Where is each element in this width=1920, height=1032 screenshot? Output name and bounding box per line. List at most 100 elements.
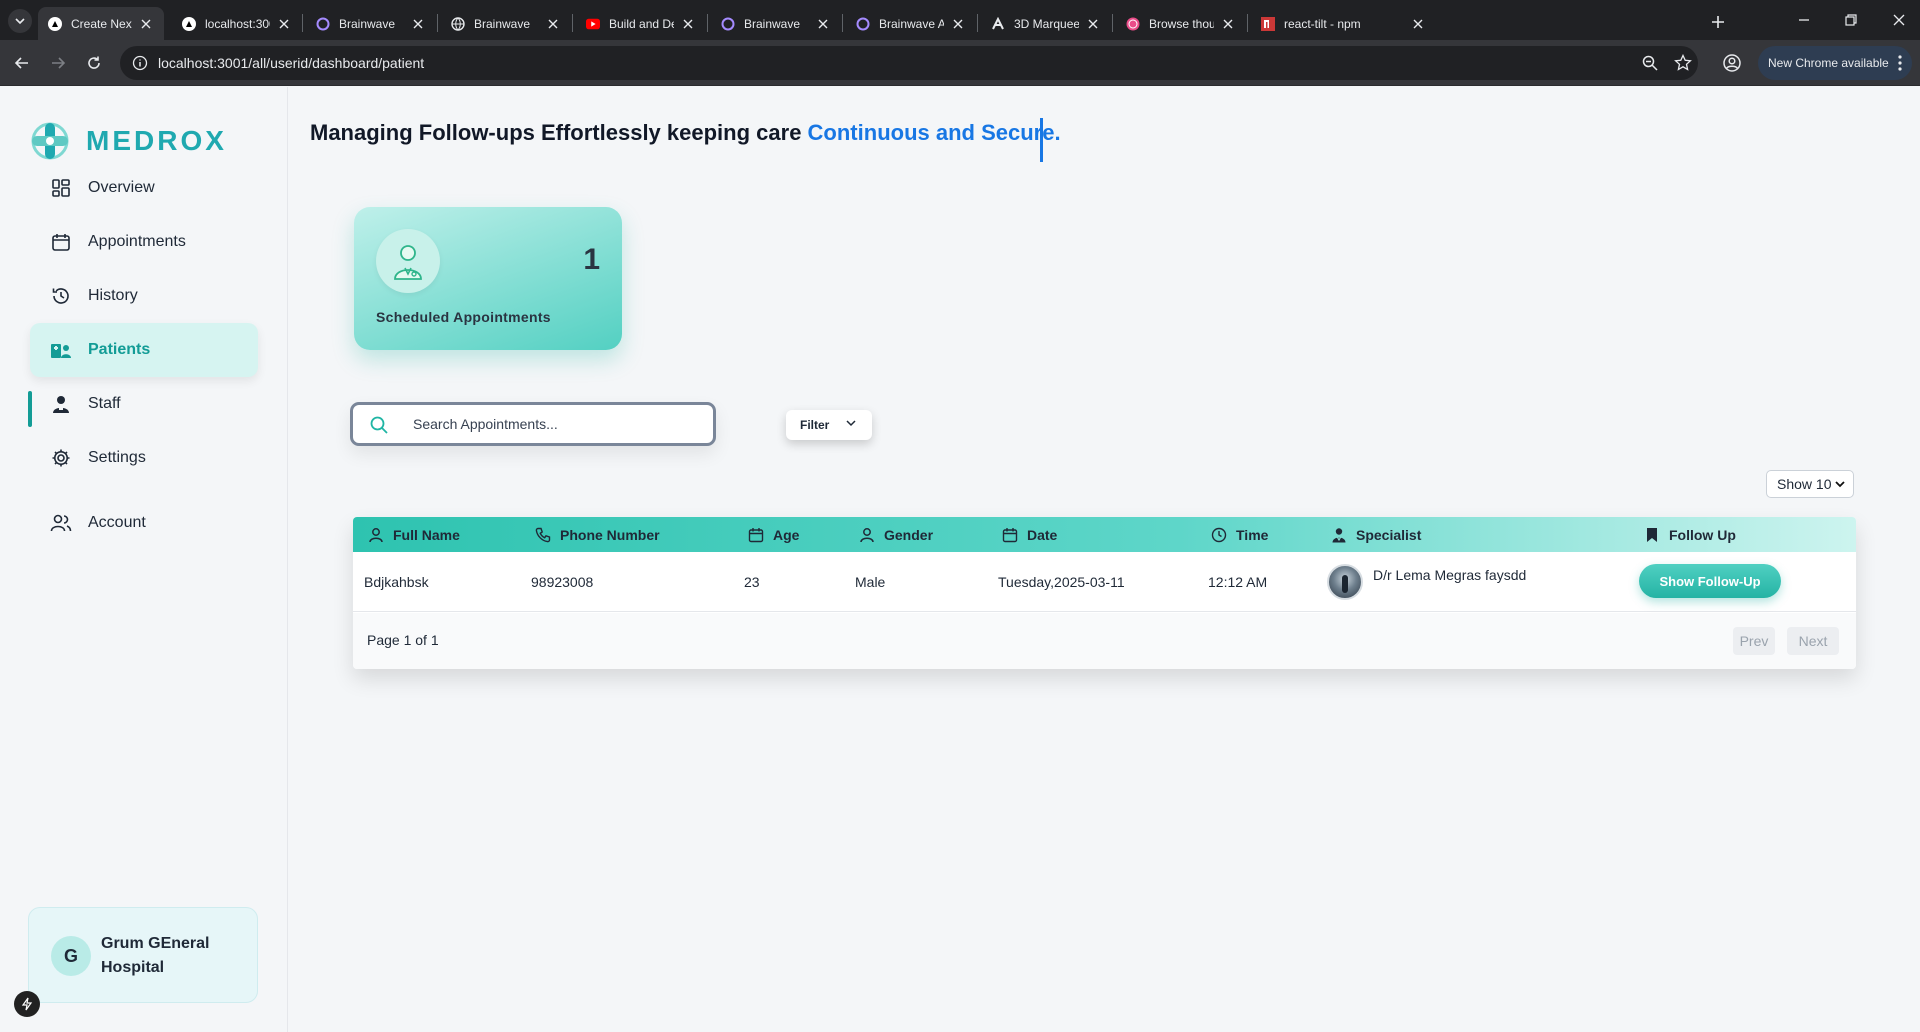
column-header-full-name[interactable]: Full Name bbox=[367, 517, 460, 552]
page-size-select[interactable]: Show 10 bbox=[1766, 470, 1854, 498]
zoom-icon[interactable] bbox=[1642, 55, 1658, 71]
sidebar-item-overview[interactable]: Overview bbox=[30, 161, 258, 215]
show-follow-up-button[interactable]: Show Follow-Up bbox=[1639, 564, 1781, 598]
avatar: G bbox=[51, 936, 91, 976]
user-icon bbox=[858, 526, 876, 544]
search-input[interactable] bbox=[413, 413, 703, 435]
search-icon bbox=[369, 415, 389, 435]
reload-icon[interactable] bbox=[82, 51, 106, 75]
address-bar[interactable]: localhost:3001/all/userid/dashboard/pati… bbox=[120, 46, 1698, 80]
sidebar-item-label: Account bbox=[88, 514, 146, 531]
tab-separator bbox=[302, 14, 303, 32]
hospital-card[interactable]: G Grum GEneral Hospital bbox=[28, 907, 258, 1003]
tab-search-button[interactable] bbox=[8, 9, 32, 33]
nextjs-icon bbox=[182, 16, 196, 31]
site-info-icon[interactable] bbox=[132, 55, 148, 71]
tab-separator bbox=[842, 14, 843, 32]
sidebar-item-appointments[interactable]: Appointments bbox=[30, 215, 258, 269]
close-icon[interactable] bbox=[815, 16, 831, 32]
column-header-label: Age bbox=[773, 526, 800, 543]
column-header-time[interactable]: Time bbox=[1210, 517, 1268, 552]
tab-title: Brainwave AI bbox=[879, 16, 944, 31]
sidebar-item-account[interactable]: Account bbox=[30, 496, 258, 550]
users-icon bbox=[50, 512, 72, 534]
bolt-icon[interactable] bbox=[14, 991, 40, 1017]
profile-icon[interactable] bbox=[1720, 51, 1744, 75]
browser-tab[interactable]: Brainwave bbox=[711, 7, 841, 40]
column-header-date[interactable]: Date bbox=[1001, 517, 1057, 552]
cell-phone: 98923008 bbox=[531, 574, 594, 590]
scheduled-appointments-card[interactable]: 1 Scheduled Appointments bbox=[354, 207, 622, 350]
sidebar-item-history[interactable]: History bbox=[30, 269, 258, 323]
doctor-icon bbox=[1330, 526, 1348, 544]
browser-tab[interactable]: 3D Marquee bbox=[981, 7, 1111, 40]
brand-logo[interactable]: MEDROX bbox=[28, 117, 227, 165]
tab-separator bbox=[977, 14, 978, 32]
close-icon[interactable] bbox=[1220, 16, 1236, 32]
new-tab-button[interactable] bbox=[1706, 10, 1730, 34]
cell-specialist: D/r Lema Megras faysdd bbox=[1327, 552, 1526, 612]
browser-tab[interactable]: Brainwave bbox=[441, 7, 571, 40]
sidebar-item-label: Staff bbox=[88, 395, 121, 412]
browser-tab[interactable]: localhost:3002/#h bbox=[172, 7, 302, 40]
close-icon[interactable] bbox=[950, 16, 966, 32]
table-header: Full Name Phone Number Age Gender Date T… bbox=[353, 517, 1856, 552]
window-close-icon[interactable] bbox=[1884, 8, 1914, 32]
close-icon[interactable] bbox=[1085, 16, 1101, 32]
staff-icon bbox=[50, 393, 72, 415]
column-header-label: Full Name bbox=[393, 526, 460, 543]
filter-button[interactable]: Filter bbox=[786, 410, 872, 440]
table-row[interactable]: Bdjkahbsk 98923008 23 Male Tuesday,2025-… bbox=[353, 552, 1856, 612]
column-header-label: Phone Number bbox=[560, 526, 660, 543]
browser-tab[interactable]: Brainwave bbox=[306, 7, 436, 40]
column-header-phone[interactable]: Phone Number bbox=[534, 517, 660, 552]
close-icon[interactable] bbox=[410, 16, 426, 32]
close-icon[interactable] bbox=[138, 16, 154, 32]
close-icon[interactable] bbox=[276, 16, 292, 32]
bookmark-star-icon[interactable] bbox=[1674, 54, 1692, 72]
browser-tab[interactable]: Browse thousands bbox=[1116, 7, 1246, 40]
next-button[interactable]: Next bbox=[1787, 627, 1839, 655]
browser-tab[interactable]: Brainwave AI bbox=[846, 7, 976, 40]
tab-separator bbox=[572, 14, 573, 32]
typing-cursor bbox=[1040, 118, 1043, 162]
forward-icon[interactable] bbox=[46, 51, 70, 75]
close-icon[interactable] bbox=[545, 16, 561, 32]
column-header-label: Follow Up bbox=[1669, 526, 1736, 543]
sidebar-item-label: Patients bbox=[88, 341, 151, 358]
browser-tab[interactable]: Build and Deploy bbox=[576, 7, 706, 40]
sidebar-item-staff[interactable]: Staff bbox=[30, 377, 258, 431]
sidebar-item-settings[interactable]: Settings bbox=[30, 431, 258, 485]
restore-icon[interactable] bbox=[1836, 8, 1866, 32]
column-header-gender[interactable]: Gender bbox=[858, 517, 933, 552]
medrox-logo-icon bbox=[28, 117, 72, 165]
cell-time: 12:12 AM bbox=[1208, 574, 1268, 590]
hospital-name: Grum GEneral Hospital bbox=[101, 935, 210, 976]
sidebar-item-patients[interactable]: Patients bbox=[30, 323, 258, 377]
prev-button[interactable]: Prev bbox=[1733, 627, 1775, 655]
browser-tab[interactable]: react-tilt - npm bbox=[1251, 7, 1691, 40]
phone-icon bbox=[534, 526, 552, 544]
search-box[interactable] bbox=[350, 402, 716, 446]
minimize-icon[interactable] bbox=[1789, 8, 1819, 32]
cell-full-name: Bdjkahbsk bbox=[364, 574, 429, 590]
tab-title: Browse thousands bbox=[1149, 16, 1214, 31]
more-options-icon[interactable] bbox=[1898, 55, 1902, 71]
doctor-icon bbox=[376, 229, 440, 293]
column-header-age[interactable]: Age bbox=[747, 517, 799, 552]
chrome-update-button[interactable]: New Chrome available bbox=[1758, 46, 1912, 80]
tab-title: Brainwave bbox=[339, 16, 396, 31]
url-text[interactable]: localhost:3001/all/userid/dashboard/pati… bbox=[158, 55, 424, 71]
back-icon[interactable] bbox=[10, 51, 34, 75]
cell-gender: Male bbox=[855, 574, 886, 590]
bookmark-icon bbox=[1643, 526, 1661, 544]
column-header-follow-up[interactable]: Follow Up bbox=[1643, 517, 1736, 552]
column-header-specialist[interactable]: Specialist bbox=[1330, 517, 1421, 552]
close-icon[interactable] bbox=[1410, 16, 1426, 32]
clock-icon bbox=[1210, 526, 1228, 544]
close-icon[interactable] bbox=[680, 16, 696, 32]
calendar-icon bbox=[50, 231, 72, 253]
headline-accent: Continuous and Secure. bbox=[807, 120, 1061, 145]
browser-tab[interactable]: Create Next App bbox=[38, 7, 164, 40]
cell-date: Tuesday,2025-03-11 bbox=[998, 574, 1125, 590]
